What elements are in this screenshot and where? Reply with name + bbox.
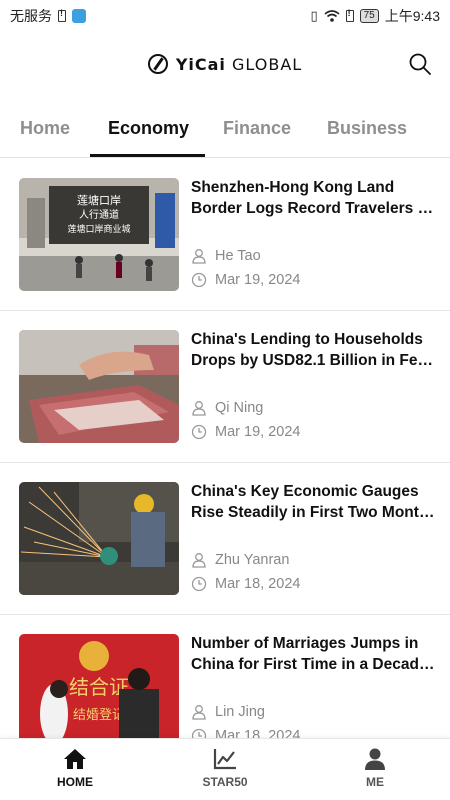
thumb-sign-text: 莲塘口岸 bbox=[77, 193, 121, 207]
article-title-line: Rise Steadily in First Two Months... bbox=[191, 504, 436, 521]
article-title-line: China's Key Economic Gauges bbox=[191, 483, 419, 500]
alert-icon bbox=[345, 8, 354, 22]
thumb-sign-text: 结婚登记 bbox=[73, 707, 125, 722]
clock: 上午9:43 bbox=[384, 8, 440, 24]
vibrate-icon: ▯ bbox=[310, 8, 318, 24]
thumb-sign-text: 莲塘口岸商业城 bbox=[67, 223, 130, 234]
person-icon bbox=[192, 249, 206, 264]
carrier-text: 无服务 bbox=[10, 8, 52, 24]
tab-finance[interactable]: Finance bbox=[223, 118, 291, 139]
article-title-line: Border Logs Record Travelers In... bbox=[191, 200, 436, 217]
article-title-line: Drops by USD82.1 Billion in Feb... bbox=[191, 352, 436, 369]
app-notification-icon bbox=[72, 9, 86, 23]
article-title[interactable]: China's Lending to Households Drops by U… bbox=[191, 329, 436, 371]
article-title-line: Number of Marriages Jumps in bbox=[191, 635, 419, 652]
person-icon bbox=[192, 401, 206, 416]
status-bar: 无服务 ▯ 75 上午9:43 bbox=[0, 0, 450, 32]
publish-date: Mar 19, 2024 bbox=[215, 272, 301, 288]
tab-business[interactable]: Business bbox=[327, 118, 407, 139]
article-date: Mar 19, 2024 bbox=[191, 272, 300, 288]
author-name: Lin Jing bbox=[215, 704, 265, 720]
author-name: Zhu Yanran bbox=[215, 552, 290, 568]
app-header: YiCai GLOBAL bbox=[0, 32, 450, 96]
article-item[interactable]: 莲塘口岸 人行通道 莲塘口岸商业城 Shenzhen-Hong Kong Lan… bbox=[0, 159, 450, 311]
tab-home[interactable]: Home bbox=[20, 118, 70, 139]
article-thumbnail[interactable]: 结合证 结婚登记 bbox=[19, 634, 179, 747]
nav-home[interactable]: HOME bbox=[25, 747, 125, 789]
nav-label: HOME bbox=[57, 775, 93, 789]
article-item[interactable]: China's Lending to Households Drops by U… bbox=[0, 311, 450, 463]
publish-date: Mar 19, 2024 bbox=[215, 424, 301, 440]
yicai-logo: YiCai GLOBAL bbox=[147, 54, 303, 74]
article-title-line: Shenzhen-Hong Kong Land bbox=[191, 179, 395, 196]
sim-alert-icon bbox=[58, 8, 66, 22]
article-author: Qi Ning bbox=[191, 400, 263, 416]
article-date: Mar 19, 2024 bbox=[191, 424, 300, 440]
logo-light-text: GLOBAL bbox=[232, 54, 303, 74]
article-thumbnail[interactable]: 莲塘口岸 人行通道 莲塘口岸商业城 bbox=[19, 178, 179, 291]
thumb-sign-text: 人行通道 bbox=[79, 208, 119, 221]
clock-icon bbox=[191, 576, 207, 592]
article-title[interactable]: China's Key Economic Gauges Rise Steadil… bbox=[191, 481, 436, 523]
nav-star50[interactable]: STAR50 bbox=[175, 747, 275, 789]
article-item[interactable]: China's Key Economic Gauges Rise Steadil… bbox=[0, 463, 450, 615]
wifi-icon bbox=[324, 10, 340, 22]
active-tab-indicator bbox=[90, 154, 205, 157]
search-icon[interactable] bbox=[408, 52, 432, 76]
author-name: Qi Ning bbox=[215, 400, 264, 416]
nav-label: STAR50 bbox=[202, 775, 248, 789]
battery-icon: 75 bbox=[359, 9, 379, 23]
nav-label: ME bbox=[366, 775, 384, 789]
logo-bold-text: YiCai bbox=[175, 54, 226, 74]
chart-line-icon bbox=[213, 749, 236, 770]
article-title-line: China's Lending to Households bbox=[191, 331, 423, 348]
article-author: Lin Jing bbox=[191, 704, 265, 720]
article-author: Zhu Yanran bbox=[191, 552, 289, 568]
author-name: He Tao bbox=[215, 248, 261, 264]
clock-icon bbox=[191, 272, 207, 288]
category-tabs: Home Economy Finance Business bbox=[0, 100, 450, 158]
article-date: Mar 18, 2024 bbox=[191, 576, 300, 592]
publish-date: Mar 18, 2024 bbox=[215, 576, 301, 592]
article-thumbnail[interactable] bbox=[19, 482, 179, 595]
article-title[interactable]: Shenzhen-Hong Kong Land Border Logs Reco… bbox=[191, 177, 436, 219]
article-thumbnail[interactable] bbox=[19, 330, 179, 443]
nav-me[interactable]: ME bbox=[325, 747, 425, 789]
person-icon bbox=[365, 748, 385, 770]
clock-icon bbox=[191, 424, 207, 440]
bottom-navigation: HOME STAR50 ME bbox=[0, 738, 450, 800]
article-author: He Tao bbox=[191, 248, 261, 264]
person-icon bbox=[192, 553, 206, 568]
person-icon bbox=[192, 705, 206, 720]
logo-mark-icon bbox=[147, 54, 168, 74]
tab-economy[interactable]: Economy bbox=[108, 118, 189, 139]
article-title[interactable]: Number of Marriages Jumps in China for F… bbox=[191, 633, 436, 675]
article-title-line: China for First Time in a Decade... bbox=[191, 656, 436, 673]
home-icon bbox=[64, 749, 86, 769]
